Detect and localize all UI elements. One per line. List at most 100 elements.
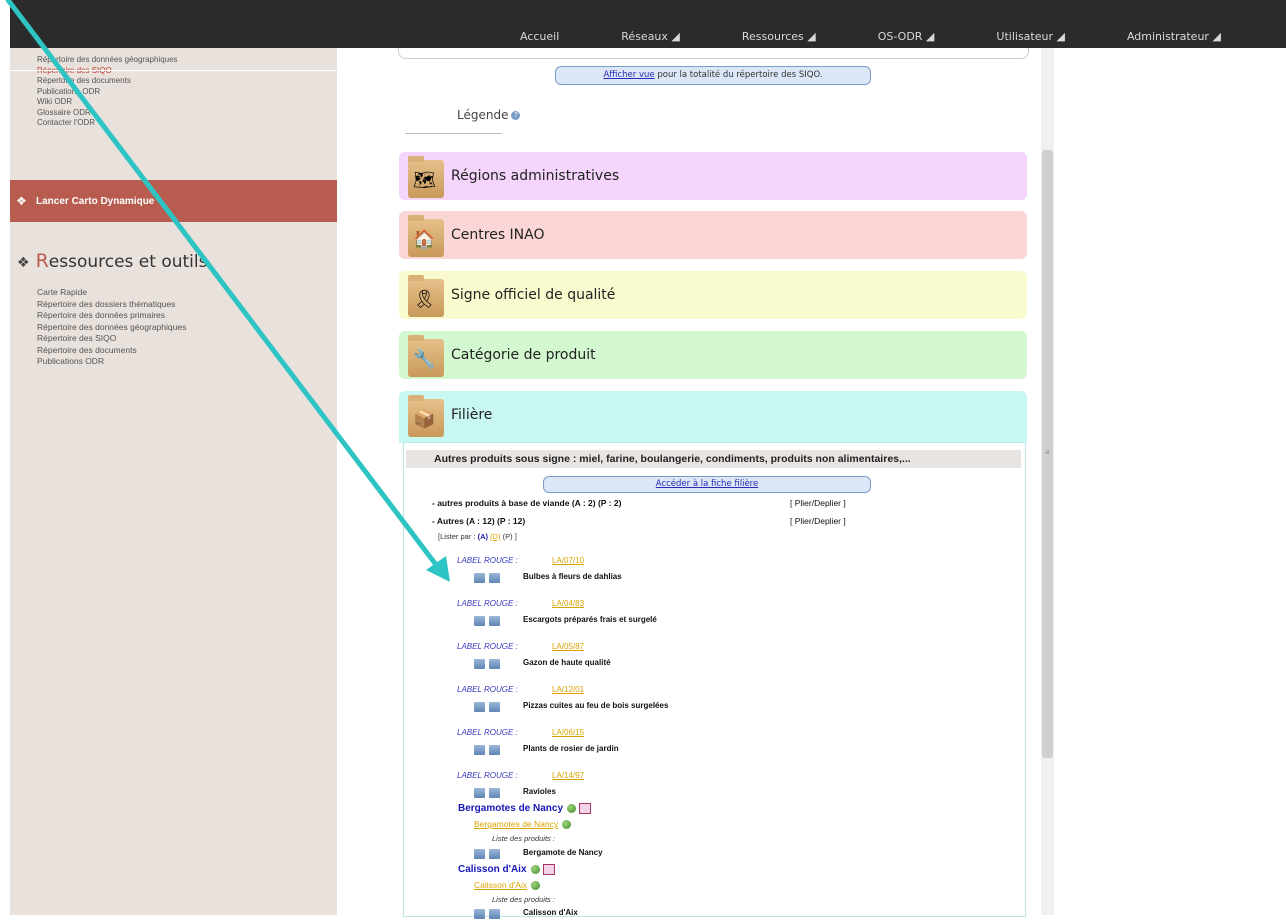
- top-nav: Accueil Réseaux ◢ Ressources ◢ OS-ODR ◢ …: [520, 26, 1283, 42]
- plier-deplier-toggle[interactable]: [ Plier/Deplier ]: [790, 516, 846, 526]
- document-icons: [474, 570, 506, 583]
- sidebar-top-links: Répertoire des données géographiques Rép…: [37, 55, 178, 129]
- product-name: Gazon de haute qualité: [523, 658, 611, 667]
- resource-link-carte-rapide[interactable]: Carte Rapide: [37, 287, 186, 299]
- edit-doc-icon[interactable]: [474, 909, 485, 919]
- category-filiere[interactable]: 📦 Filière: [399, 391, 1027, 443]
- label-type: LABEL ROUGE :: [457, 599, 518, 608]
- label-code-link[interactable]: LA/04/83: [552, 599, 584, 608]
- sidebar: [10, 48, 337, 915]
- ig-name-link[interactable]: Calisson d'Aix: [458, 864, 555, 875]
- globe-icon[interactable]: [567, 804, 577, 813]
- edit-doc-icon[interactable]: [474, 616, 485, 626]
- diamond-icon: ❖: [17, 255, 30, 271]
- ig-sub-link[interactable]: Calisson d'Aix: [474, 880, 541, 891]
- sidebar-link-glossaire[interactable]: Glossaire ODR: [37, 108, 178, 119]
- tools-icon: 🔧: [413, 349, 436, 369]
- document-icons: [474, 785, 506, 798]
- sidebar-link-publications[interactable]: Publications ODR: [37, 87, 178, 98]
- nav-ressources[interactable]: Ressources ◢: [742, 30, 816, 42]
- box-icon: 📦: [413, 409, 436, 429]
- product-name: Bulbes à fleurs de dahlias: [523, 572, 622, 581]
- edit-doc-icon[interactable]: [474, 659, 485, 669]
- plier-deplier-toggle[interactable]: [ Plier/Deplier ]: [790, 498, 846, 508]
- legend-divider: [405, 133, 502, 134]
- nav-administrateur[interactable]: Administrateur ◢: [1127, 30, 1221, 42]
- fiche-filiere-link[interactable]: Accéder à la fiche filière: [656, 479, 758, 489]
- print-doc-icon[interactable]: [489, 573, 500, 583]
- label-code-link[interactable]: LA/07/10: [552, 556, 584, 565]
- ig-name-link[interactable]: Bergamotes de Nancy: [458, 803, 592, 814]
- label-code-link[interactable]: LA/12/01: [552, 685, 584, 694]
- document-icons: [474, 656, 506, 669]
- resource-link-donnees-geo[interactable]: Répertoire des données géographiques: [37, 322, 186, 334]
- print-doc-icon[interactable]: [489, 909, 500, 919]
- ig-sub-link[interactable]: Bergamotes de Nancy: [474, 819, 572, 830]
- document-icons: [474, 846, 506, 859]
- document-icons: [474, 613, 506, 626]
- sidebar-link-documents[interactable]: Répertoire des documents: [37, 76, 178, 87]
- tree-node-viande[interactable]: - autres produits à base de viande (A : …: [432, 498, 621, 508]
- print-doc-icon[interactable]: [489, 745, 500, 755]
- sidebar-link-donnees-geo[interactable]: Répertoire des données géographiques: [37, 55, 178, 66]
- globe-icon[interactable]: [531, 881, 541, 891]
- launch-carto-label: Lancer Carto Dynamique: [36, 196, 155, 207]
- label-code-link[interactable]: LA/06/15: [552, 728, 584, 737]
- edit-doc-icon[interactable]: [474, 849, 485, 859]
- resource-link-dossiers[interactable]: Répertoire des dossiers thématiques: [37, 299, 186, 311]
- map-icon[interactable]: [579, 803, 592, 814]
- ribbon-icon: 🎗: [413, 289, 436, 309]
- top-card: [398, 48, 1029, 59]
- print-doc-icon[interactable]: [489, 788, 500, 798]
- lister-a-link[interactable]: (A): [478, 532, 488, 541]
- edit-doc-icon[interactable]: [474, 702, 485, 712]
- liste-produits-label: Liste des produits :: [492, 834, 555, 843]
- print-doc-icon[interactable]: [489, 849, 500, 859]
- nav-accueil[interactable]: Accueil: [520, 30, 559, 42]
- sidebar-resource-links: Carte Rapide Répertoire des dossiers thé…: [37, 287, 186, 368]
- help-icon[interactable]: ?: [511, 111, 521, 120]
- edit-doc-icon[interactable]: [474, 788, 485, 798]
- document-icons: [474, 742, 506, 755]
- scrollbar-grip-icon: ≡: [1045, 448, 1050, 457]
- map-icon: 🗺: [413, 170, 436, 190]
- globe-icon[interactable]: [530, 865, 540, 874]
- label-type: LABEL ROUGE :: [457, 642, 518, 651]
- nav-utilisateur[interactable]: Utilisateur ◢: [996, 30, 1065, 42]
- product-name: Calisson d'Aix: [523, 908, 578, 917]
- label-code-link[interactable]: LA/05/87: [552, 642, 584, 651]
- product-name: Plants de rosier de jardin: [523, 744, 619, 753]
- lister-p-link[interactable]: (P) ]: [503, 532, 517, 541]
- afficher-vue-link[interactable]: Afficher vue: [603, 70, 654, 80]
- lister-d-link[interactable]: (D): [490, 532, 500, 541]
- category-regions[interactable]: 🗺 Régions administratives: [399, 152, 1027, 200]
- product-name: Pizzas cuites au feu de bois surgelées: [523, 701, 669, 710]
- house-icon: 🏠: [413, 229, 436, 249]
- afficher-vue-button[interactable]: Afficher vue pour la totalité du réperto…: [555, 66, 871, 85]
- tree-node-autres[interactable]: - Autres (A : 12) (P : 12): [432, 516, 525, 526]
- legend-heading[interactable]: Légende?: [457, 108, 521, 122]
- nav-reseaux[interactable]: Réseaux ◢: [621, 30, 680, 42]
- print-doc-icon[interactable]: [489, 702, 500, 712]
- edit-doc-icon[interactable]: [474, 573, 485, 583]
- category-centres-inao[interactable]: 🏠 Centres INAO: [399, 211, 1027, 259]
- sidebar-link-wiki[interactable]: Wiki ODR: [37, 97, 178, 108]
- map-icon[interactable]: [542, 864, 555, 875]
- nav-os-odr[interactable]: OS-ODR ◢: [878, 30, 935, 42]
- fiche-filiere-button[interactable]: Accéder à la fiche filière: [543, 476, 871, 493]
- resource-link-donnees-primaires[interactable]: Répertoire des données primaires: [37, 310, 186, 322]
- sidebar-link-contact[interactable]: Contacter l'ODR: [37, 118, 178, 129]
- product-name: Ravioles: [523, 787, 556, 796]
- edit-doc-icon[interactable]: [474, 745, 485, 755]
- category-produit[interactable]: 🔧 Catégorie de produit: [399, 331, 1027, 379]
- resource-link-documents[interactable]: Répertoire des documents: [37, 345, 186, 357]
- category-signe-qualite[interactable]: 🎗 Signe officiel de qualité: [399, 271, 1027, 319]
- label-type: LABEL ROUGE :: [457, 771, 518, 780]
- globe-icon[interactable]: [562, 820, 572, 830]
- print-doc-icon[interactable]: [489, 616, 500, 626]
- label-code-link[interactable]: LA/14/97: [552, 771, 584, 780]
- print-doc-icon[interactable]: [489, 659, 500, 669]
- filiere-title-bar: Autres produits sous signe : miel, farin…: [406, 450, 1021, 468]
- resource-link-publications[interactable]: Publications ODR: [37, 356, 186, 368]
- resource-link-siqo[interactable]: Répertoire des SIQO: [37, 333, 186, 345]
